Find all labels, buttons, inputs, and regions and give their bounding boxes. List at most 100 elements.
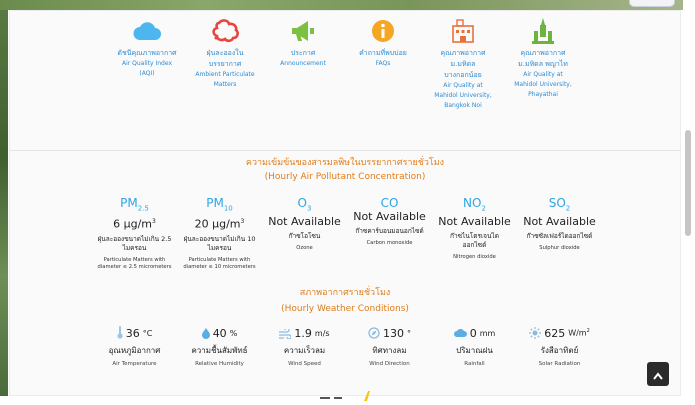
pollutant-name: O: [297, 196, 307, 210]
nav-item-aqi[interactable]: ดัชนีคุณภาพอากาศ Air Quality Index (AQI): [107, 16, 187, 79]
weather-value: 130: [383, 326, 404, 340]
pollutant-unit-sup: 3: [152, 218, 156, 226]
pollutant-label-en: Particulate Matters with diameter ≤ 2.5 …: [97, 257, 172, 271]
weather-label-en: Rainfall: [464, 361, 485, 367]
nav-label-en: Ambient Particulate: [195, 71, 255, 78]
nav-label-th: ประกาศ: [290, 49, 316, 57]
background-photo-strip: [0, 0, 8, 396]
nav-label-en: Announcement: [280, 60, 326, 67]
pollutant-header-th: ความเข้มข้นของสารมลพิษในบรรยากาศรายชั่วโ…: [245, 158, 445, 168]
nav-label-en: Mahidol University,: [434, 92, 492, 99]
pollutant-subscript: 10: [223, 204, 233, 213]
weather-section-header: สภาพอากาศรายชั่วโมง (Hourly Weather Cond…: [9, 286, 681, 316]
pollutant-label-en: Nitrogen dioxide: [453, 254, 496, 261]
nav-label-th: ดัชนีคุณภาพอากาศ: [117, 49, 177, 57]
nav-label-en: Mahidol University,: [514, 81, 572, 88]
rain-cloud-icon: [453, 324, 467, 343]
weather-solar-radiation: 625 W/m2 รังสีอาทิตย์ Solar Radiation: [517, 324, 602, 369]
pollutant-label-th: ก๊าซคาร์บอนมอนอกไซด์: [355, 227, 424, 235]
weather-label-en: Wind Speed: [288, 361, 321, 367]
nav-label-th: ฝุ่นละอองใน บรรยากาศ: [206, 49, 244, 68]
nav-item-announcement[interactable]: ประกาศ Announcement: [263, 16, 343, 69]
pollutant-section-header: ความเข้มข้นของสารมลพิษในบรรยากาศรายชั่วโ…: [9, 156, 681, 184]
quick-nav: ดัชนีคุณภาพอากาศ Air Quality Index (AQI)…: [107, 16, 587, 126]
pollutant-value: 6: [113, 218, 121, 232]
pollutant-name: PM: [120, 196, 138, 210]
pollutant-so2: SO2 Not Available ก๊าซซัลเฟอร์ไดออกไซด์ …: [517, 196, 602, 271]
header-photo-strip: [0, 0, 683, 10]
weather-wind-direction: 130 ° ทิศทางลม Wind Direction: [347, 324, 432, 369]
thermometer-icon: [117, 324, 123, 343]
nav-label-en: Bangkok Noi: [444, 102, 482, 109]
nav-label-en: Air Quality at: [443, 82, 483, 89]
search-box-edge[interactable]: [629, 0, 675, 7]
pollutant-unit: μg/m: [212, 218, 241, 232]
next-section-peek: [300, 386, 390, 401]
weather-label-th: ความชื้นสัมพัทธ์: [191, 346, 248, 355]
sun-icon: [529, 324, 542, 343]
pollutant-unit: μg/m: [123, 218, 153, 232]
pollutant-name: NO: [463, 196, 482, 210]
weather-label-en: Solar Radiation: [538, 361, 581, 367]
pollutant-pm10: PM10 20 μg/m3 ฝุ่นละอองขนาดไม่เกิน 10 ไม…: [177, 196, 262, 271]
pollutant-pm25: PM2.5 6 μg/m3 ฝุ่นละอองขนาดไม่เกิน 2.5 ไ…: [92, 196, 177, 271]
nav-label-th: คุณภาพอากาศ ม.มหิดล บางกอกน้อย: [440, 49, 486, 79]
scrollbar-thumb[interactable]: [685, 130, 691, 236]
pollutant-value: Not Available: [438, 215, 511, 229]
weather-unit: W/m: [568, 328, 587, 338]
pollutant-subscript: 2: [565, 204, 571, 213]
tower-icon: [531, 16, 555, 46]
wind-icon: [279, 324, 292, 343]
pollutant-label-th: ก๊าซซัลเฟอร์ไดออกไซด์: [526, 232, 593, 241]
droplet-icon: [201, 324, 210, 343]
info-icon: [371, 16, 395, 46]
pollutant-label-en: Ozone: [296, 245, 313, 252]
pollutant-subscript: 2: [481, 204, 486, 213]
weather-rainfall: 0 mm ปริมาณฝน Rainfall: [432, 324, 517, 369]
weather-value: 40: [212, 326, 227, 340]
pollutant-row: PM2.5 6 μg/m3 ฝุ่นละอองขนาดไม่เกิน 2.5 ไ…: [92, 196, 602, 271]
pollutant-value: Not Available: [353, 210, 426, 223]
nav-label-en: FAQs: [375, 60, 391, 67]
weather-value: 625: [544, 326, 566, 340]
pollutant-unit-sup: 3: [240, 218, 245, 226]
building-icon: [450, 16, 476, 46]
nav-label-en: Matters: [213, 81, 237, 88]
weather-wind-speed: 1.9 m/s ความเร็วลม Wind Speed: [262, 324, 347, 369]
compass-icon: [368, 324, 380, 343]
pollutant-header-en: (Hourly Air Pollutant Concentration): [264, 172, 426, 182]
weather-label-th: อุณหภูมิอากาศ: [108, 346, 161, 355]
weather-header-th: สภาพอากาศรายชั่วโมง: [299, 288, 391, 298]
weather-label-th: ทิศทางลม: [372, 346, 407, 355]
weather-value: 36: [125, 326, 140, 340]
weather-label-en: Wind Direction: [369, 361, 410, 367]
pollutant-label-th: ฝุ่นละอองขนาดไม่เกิน 2.5 ไมครอน: [97, 235, 172, 253]
weather-header-en: (Hourly Weather Conditions): [281, 304, 409, 314]
weather-label-en: Relative Humidity: [195, 361, 244, 367]
weather-unit: °C: [142, 328, 153, 338]
weather-value: 1.9: [294, 326, 312, 340]
pollutant-label-th: ฝุ่นละอองขนาดไม่เกิน 10 ไมครอน: [183, 235, 256, 253]
back-to-top-button[interactable]: [647, 362, 669, 386]
nav-label-en: Air Quality at: [523, 71, 563, 78]
nav-item-bangkok-noi[interactable]: คุณภาพอากาศ ม.มหิดล บางกอกน้อย Air Quali…: [423, 16, 503, 111]
pollutant-label-en: Particulate Matters with diameter ≤ 10 m…: [183, 257, 256, 271]
pollutant-value: Not Available: [523, 215, 596, 229]
pollutant-subscript: 3: [306, 204, 312, 213]
chevron-up-icon: [653, 365, 663, 384]
nav-label-th: คุณภาพอากาศ ม.มหิดล พญาไท: [518, 49, 568, 68]
weather-humidity: 40 % ความชื้นสัมพัทธ์ Relative Humidity: [177, 324, 262, 369]
weather-temperature: 36 °C อุณหภูมิอากาศ Air Temperature: [92, 324, 177, 369]
weather-row: 36 °C อุณหภูมิอากาศ Air Temperature 40 %…: [92, 324, 602, 369]
weather-unit-sup: 2: [586, 328, 590, 335]
dust-icon: [211, 16, 239, 46]
weather-label-en: Air Temperature: [112, 361, 157, 367]
nav-item-particulate[interactable]: ฝุ่นละอองใน บรรยากาศ Ambient Particulate…: [185, 16, 265, 90]
nav-item-faq[interactable]: คำถามที่พบบ่อย FAQs: [343, 16, 423, 69]
nav-item-phayathai[interactable]: คุณภาพอากาศ ม.มหิดล พญาไท Air Quality at…: [503, 16, 583, 100]
weather-unit: m/s: [314, 328, 330, 338]
pollutant-name: SO: [548, 196, 566, 210]
weather-unit: °: [407, 328, 411, 338]
pollutant-label-th: ก๊าซโอโซน: [288, 232, 321, 241]
nav-label-th: คำถามที่พบบ่อย: [359, 49, 407, 57]
